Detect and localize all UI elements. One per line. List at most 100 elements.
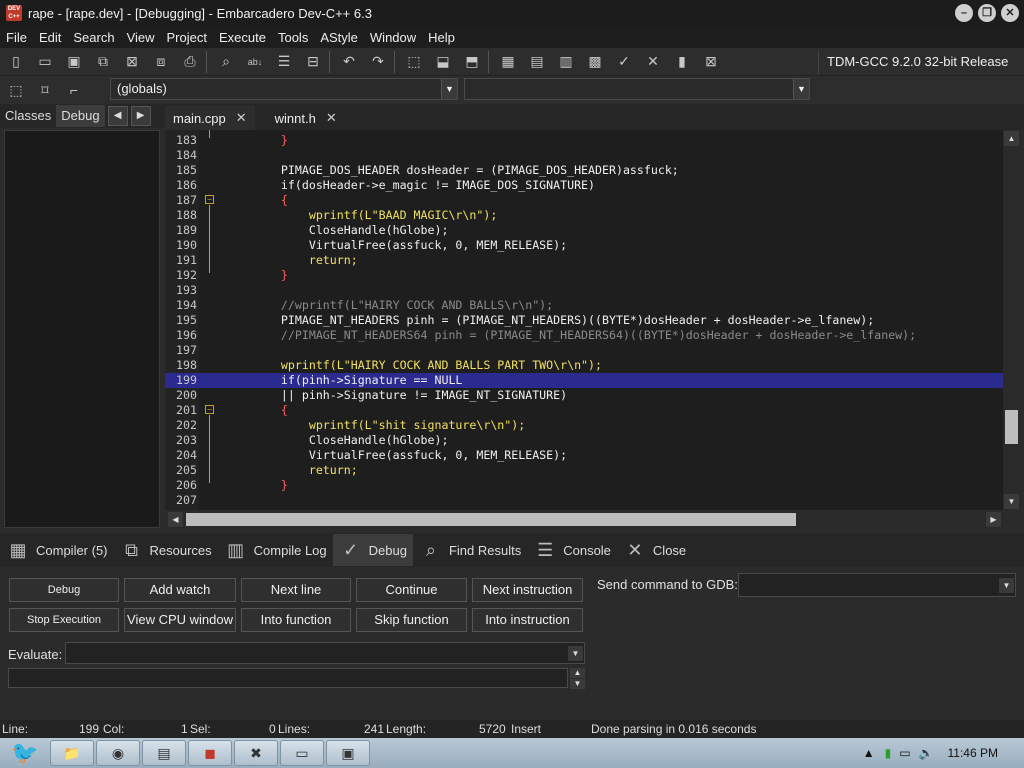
watch-panel[interactable] <box>4 130 160 528</box>
chevron-right-icon[interactable]: ▶ <box>130 106 151 126</box>
menu-file[interactable]: File <box>0 30 33 45</box>
explorer-icon[interactable]: 📁 <box>50 740 94 766</box>
code-line[interactable]: 187− { <box>165 193 1003 208</box>
scope-combo[interactable]: (globals) ▼ <box>110 78 458 100</box>
monitor-icon[interactable]: ▭ <box>899 746 910 760</box>
menu-edit[interactable]: Edit <box>33 30 67 45</box>
tab-debug[interactable]: Debug <box>56 105 105 127</box>
app-task-icon[interactable]: ✖ <box>234 740 278 766</box>
horizontal-scroll-thumb[interactable] <box>186 513 796 526</box>
next-line-button[interactable]: Next line <box>241 578 351 602</box>
menu-astyle[interactable]: AStyle <box>314 30 364 45</box>
undo-icon[interactable]: ↶ <box>336 50 362 74</box>
code-line[interactable]: 189 CloseHandle(hGlobe); <box>165 223 1003 238</box>
code-line[interactable]: 191 return; <box>165 253 1003 268</box>
menu-help[interactable]: Help <box>422 30 461 45</box>
find-icon[interactable]: ⌕ <box>213 50 239 74</box>
rebuild-icon[interactable]: ▩ <box>582 50 608 74</box>
tab-debug-bottom[interactable]: ✓ Debug <box>332 534 413 566</box>
code-line[interactable]: 206 } <box>165 478 1003 493</box>
volume-icon[interactable]: 🔈 <box>919 746 934 760</box>
into-function-button[interactable]: Into function <box>241 608 351 632</box>
menu-project[interactable]: Project <box>161 30 213 45</box>
scroll-right-icon[interactable]: ▶ <box>986 512 1001 527</box>
chevron-down-icon[interactable]: ▼ <box>568 646 583 661</box>
view-cpu-window-button[interactable]: View CPU window <box>124 608 236 632</box>
add-watch-button[interactable]: Add watch <box>124 578 236 602</box>
code-line[interactable]: 196 //PIMAGE_NT_HEADERS64 pinh = (PIMAGE… <box>165 328 1003 343</box>
code-line[interactable]: 192 } <box>165 268 1003 283</box>
new-file-icon[interactable]: ▯ <box>3 50 29 74</box>
continue-button[interactable]: Continue <box>356 578 467 602</box>
gdb-command-input[interactable]: ▼ <box>738 573 1016 597</box>
start-button-bird-icon[interactable]: 🐦 <box>0 738 50 768</box>
code-line[interactable]: 193 <box>165 283 1003 298</box>
code-line[interactable]: 205 return; <box>165 463 1003 478</box>
tray-up-icon[interactable]: ▲ <box>863 746 875 760</box>
code-line[interactable]: 202 wprintf(L"shit signature\r\n"); <box>165 418 1003 433</box>
close-tab-icon[interactable]: ✕ <box>236 110 247 126</box>
menu-tools[interactable]: Tools <box>272 30 314 45</box>
code-line[interactable]: 185 PIMAGE_DOS_HEADER dosHeader = (PIMAG… <box>165 163 1003 178</box>
new-project-icon[interactable]: ⬚ <box>401 50 427 74</box>
next-instruction-button[interactable]: Next instruction <box>472 578 583 602</box>
profile-icon[interactable]: ▮ <box>669 50 695 74</box>
replace-icon[interactable]: ab↓ <box>242 50 268 74</box>
scroll-left-icon[interactable]: ◀ <box>168 512 183 527</box>
code-line[interactable]: 197 <box>165 343 1003 358</box>
scroll-up-icon[interactable]: ▲ <box>1004 131 1019 146</box>
code-line[interactable]: 186 if(dosHeader->e_magic != IMAGE_DOS_S… <box>165 178 1003 193</box>
code-line[interactable]: 198 wprintf(L"HAIRY COCK AND BALLS PART … <box>165 358 1003 373</box>
evaluate-input[interactable]: ▼ <box>65 642 585 664</box>
toggle-bookmark-icon[interactable]: ⊟ <box>300 50 326 74</box>
code-line[interactable]: 201− { <box>165 403 1003 418</box>
code-editor[interactable]: 183 } 184 185 PIMAGE_DOS_HEADER dosHeade… <box>165 130 1003 510</box>
project-options-icon[interactable]: ⬒ <box>459 50 485 74</box>
into-instruction-button[interactable]: Into instruction <box>472 608 583 632</box>
code-line[interactable]: 183 } <box>165 133 1003 148</box>
tab-find-results[interactable]: ⌕ Find Results <box>413 534 527 566</box>
restore-icon[interactable]: ❐ <box>978 4 996 22</box>
editor-vertical-scrollbar[interactable] <box>1003 130 1020 510</box>
code-line[interactable]: 195 PIMAGE_NT_HEADERS pinh = (PIMAGE_NT_… <box>165 313 1003 328</box>
goto-line-icon[interactable]: ☰ <box>271 50 297 74</box>
stop-icon[interactable]: ✕ <box>640 50 666 74</box>
code-line[interactable]: 207 <box>165 493 1003 508</box>
code-line[interactable]: 204 VirtualFree(assfuck, 0, MEM_RELEASE)… <box>165 448 1003 463</box>
tab-winnt-h[interactable]: winnt.h ✕ <box>267 106 345 130</box>
menu-search[interactable]: Search <box>67 30 120 45</box>
open-folder-icon[interactable]: ▭ <box>32 50 58 74</box>
code-line[interactable]: 188 wprintf(L"BAAD MAGIC\r\n"); <box>165 208 1003 223</box>
code-line[interactable]: 194 //wprintf(L"HAIRY COCK AND BALLS\r\n… <box>165 298 1003 313</box>
fold-collapse-icon[interactable]: − <box>205 405 214 414</box>
debug-button[interactable]: Debug <box>9 578 119 602</box>
tab-resources[interactable]: ⧉ Resources <box>114 534 218 566</box>
code-line[interactable]: 190 VirtualFree(assfuck, 0, MEM_RELEASE)… <box>165 238 1003 253</box>
chevron-left-icon[interactable]: ◀ <box>107 106 128 126</box>
menu-execute[interactable]: Execute <box>213 30 272 45</box>
chevron-down-icon[interactable]: ▼ <box>793 79 809 99</box>
fold-collapse-icon[interactable]: − <box>205 195 214 204</box>
window-task-icon[interactable]: ▭ <box>280 740 324 766</box>
chrome-icon[interactable]: ◉ <box>96 740 140 766</box>
menu-window[interactable]: Window <box>364 30 422 45</box>
window2-task-icon[interactable]: ▣ <box>326 740 370 766</box>
redo-icon[interactable]: ↷ <box>365 50 391 74</box>
scroll-down-icon[interactable]: ▼ <box>1004 494 1019 509</box>
close-file-icon[interactable]: ⊠ <box>119 50 145 74</box>
tab-console[interactable]: ☰ Console <box>527 534 617 566</box>
code-line[interactable]: 200 || pinh->Signature != IMAGE_NT_SIGNA… <box>165 388 1003 403</box>
code-line[interactable]: 203 CloseHandle(hGlobe); <box>165 433 1003 448</box>
stop-execution-button[interactable]: Stop Execution <box>9 608 119 632</box>
goto-bookmark-icon[interactable]: ⌐ <box>61 78 87 102</box>
chevron-down-icon[interactable]: ▼ <box>441 79 457 99</box>
vertical-scroll-thumb[interactable] <box>1005 410 1018 444</box>
syntax-check-icon[interactable]: ✓ <box>611 50 637 74</box>
delete-profile-icon[interactable]: ⊠ <box>698 50 724 74</box>
run-icon[interactable]: ▤ <box>524 50 550 74</box>
scroll-down-icon[interactable]: ▼ <box>570 679 585 689</box>
tab-classes[interactable]: Classes <box>0 105 56 127</box>
save-all-icon[interactable]: ⧉ <box>90 50 116 74</box>
bookmark-icon[interactable]: ⌑ <box>32 78 58 102</box>
code-line[interactable]: 184 <box>165 148 1003 163</box>
